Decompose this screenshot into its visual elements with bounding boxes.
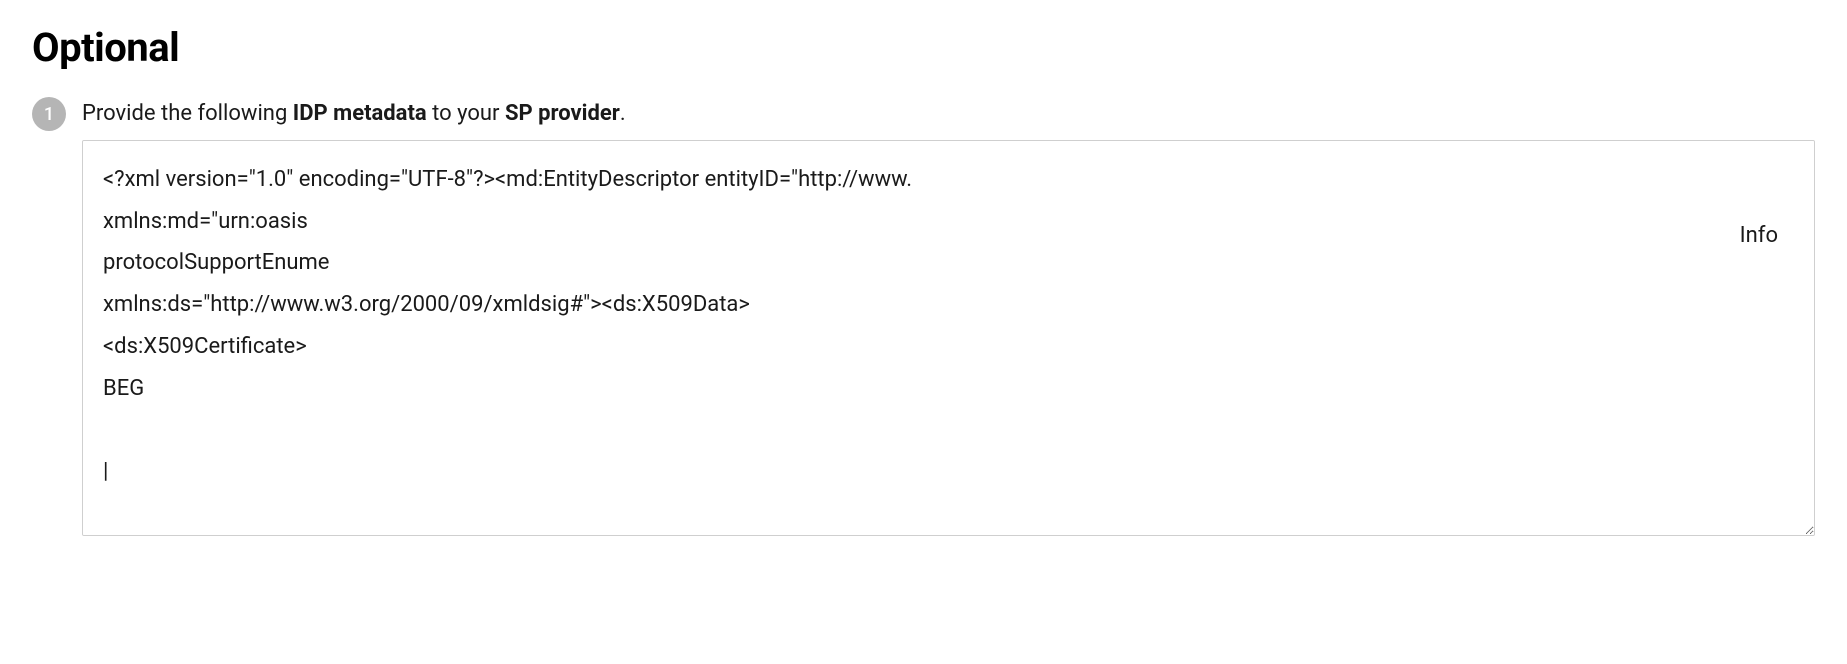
instruction-text-suffix: . bbox=[620, 101, 626, 126]
step-instruction: Provide the following IDP metadata to yo… bbox=[82, 99, 1815, 130]
step-number-badge: 1 bbox=[32, 97, 66, 131]
info-label: Info bbox=[1740, 223, 1778, 248]
instruction-bold-sp: SP provider bbox=[505, 101, 620, 126]
instruction-text-mid: to your bbox=[427, 101, 505, 126]
instruction-bold-idp: IDP metadata bbox=[293, 101, 427, 126]
section-title: Optional bbox=[32, 24, 1815, 71]
step-row: 1 Provide the following IDP metadata to … bbox=[32, 99, 1815, 536]
idp-metadata-textarea[interactable]: <?xml version="1.0" encoding="UTF-8"?><m… bbox=[82, 140, 1815, 536]
step-content: Provide the following IDP metadata to yo… bbox=[82, 99, 1815, 536]
instruction-text-prefix: Provide the following bbox=[82, 101, 293, 126]
idp-metadata-content[interactable]: <?xml version="1.0" encoding="UTF-8"?><m… bbox=[83, 141, 1814, 536]
